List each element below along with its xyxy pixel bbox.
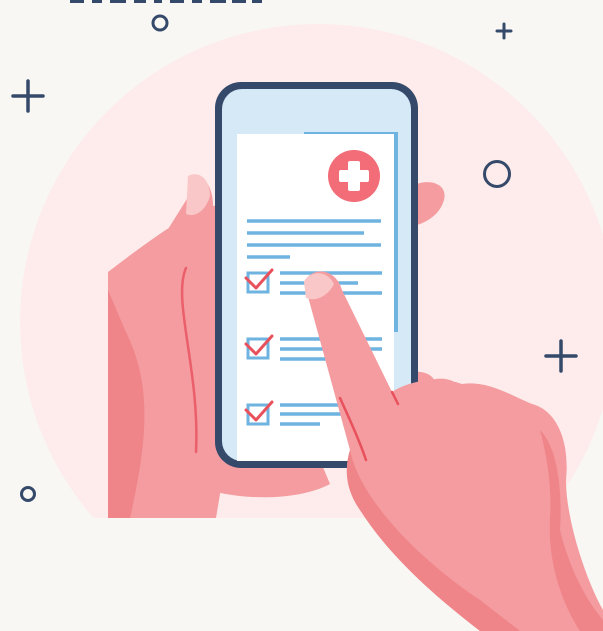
medical-cross-icon: [328, 150, 380, 202]
illustration-svg: [0, 0, 603, 631]
circle-icon: [151, 14, 169, 32]
circle-icon: [20, 486, 36, 502]
plus-icon: [11, 79, 45, 113]
plus-icon: [495, 22, 513, 40]
illustration-canvas: [0, 0, 603, 631]
cropped-heading: [70, 0, 262, 3]
